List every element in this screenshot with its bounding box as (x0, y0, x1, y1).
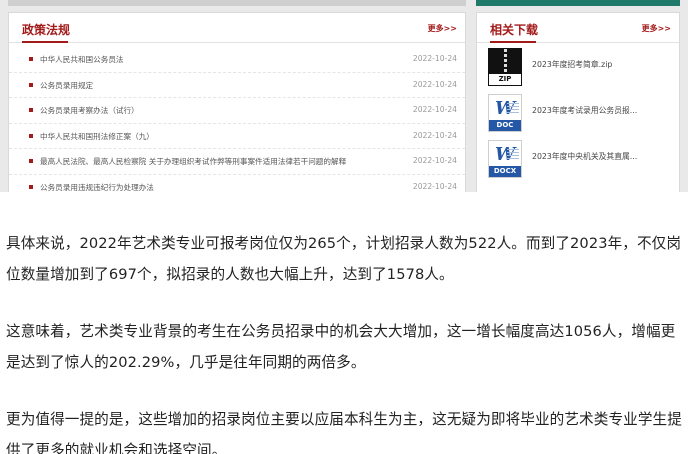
bullet-icon (29, 57, 33, 61)
policy-item-title[interactable]: 中华人民共和国刑法修正案（九） (40, 131, 406, 142)
word-docx-icon: W DOCX (488, 140, 522, 178)
top-strip (8, 0, 466, 6)
download-item[interactable]: ZIP 2023年度招考简章.zip (477, 43, 679, 89)
policy-list-item[interactable]: 公务员录用考察办法（试行） 2022-10-24 (9, 98, 465, 124)
download-item[interactable]: W DOC 2023年度考试录用公务员报... (477, 89, 679, 135)
bullet-icon (29, 82, 33, 87)
bullet-icon (29, 108, 33, 112)
policy-panel: 政策法规 更多>> 中华人民共和国公务员法 2022-10-24 公务员录用规定 2… (8, 12, 466, 192)
bullet-icon (29, 133, 33, 138)
policy-item-date: 2022-10-24 (412, 79, 457, 89)
policy-item-date: 2022-10-24 (412, 130, 457, 140)
policy-item-date: 2022-10-24 (412, 54, 457, 63)
bullet-icon (29, 184, 33, 189)
article-paragraph: 具体来说，2022年艺术类专业可报考岗位仅为265个，计划招录人数为522人。而… (6, 235, 682, 283)
policy-item-title[interactable]: 公务员录用规定 (40, 80, 406, 91)
policy-list-item[interactable]: 中华人民共和国刑法修正案（九） 2022-10-24 (9, 124, 465, 149)
policy-list-item[interactable]: 最高人民法院、最高人民检察院 关于办理组织考试作弊等刑事案件适用法律若干问题的解… (9, 149, 465, 175)
embedded-screenshot: 政策法规 更多>> 中华人民共和国公务员法 2022-10-24 公务员录用规定 2… (0, 0, 688, 192)
policy-item-date: 2022-10-24 (412, 105, 457, 114)
article-paragraph: 这意味着，艺术类专业背景的考生在公务员招录中的机会大大增加，这一增长幅度高达10… (6, 323, 676, 371)
file-ext-label: DOCX (489, 166, 521, 177)
policy-item-title[interactable]: 公务员录用违规违纪行为处理办法 (40, 182, 406, 193)
policy-item-date: 2022-10-24 (412, 156, 457, 165)
policy-panel-header: 政策法规 更多>> (9, 13, 465, 43)
policy-more-link[interactable]: 更多>> (428, 23, 457, 34)
doc-lines (507, 149, 519, 161)
article-paragraph: 更为值得一提的是，这些增加的招录岗位主要以应届本科生为主，这无疑为即将毕业的艺术… (6, 411, 682, 454)
downloads-panel-title: 相关下载 (490, 23, 539, 43)
download-item-name[interactable]: 2023年度招考简章.zip (532, 59, 672, 70)
policy-item-title[interactable]: 公务员录用考察办法（试行） (40, 105, 406, 116)
policy-list-item[interactable]: 中华人民共和国公务员法 2022-10-24 (9, 47, 465, 73)
download-item-name[interactable]: 2023年度考试录用公务员报... (532, 105, 672, 116)
download-item[interactable]: W DOCX 2023年度中央机关及其直属... (477, 135, 679, 181)
policy-item-date: 2022-10-24 (412, 181, 457, 191)
policy-list-item[interactable]: 公务员录用违规违纪行为处理办法 2022-10-24 (9, 175, 465, 193)
policy-item-title[interactable]: 最高人民法院、最高人民检察院 关于办理组织考试作弊等刑事案件适用法律若干问题的解… (40, 156, 406, 167)
download-item-name[interactable]: 2023年度中央机关及其直属... (532, 151, 672, 162)
top-strip-accent (476, 0, 680, 6)
word-doc-icon: W DOC (488, 94, 522, 132)
zip-file-icon: ZIP (488, 48, 522, 86)
downloads-panel: 相关下载 更多>> ZIP 2023年度招考简章.zip W DOC 2023年… (476, 12, 680, 192)
policy-item-title[interactable]: 中华人民共和国公务员法 (40, 54, 406, 65)
policy-list-item[interactable]: 公务员录用规定 2022-10-24 (9, 73, 465, 98)
file-ext-label: ZIP (489, 74, 521, 85)
policy-list: 中华人民共和国公务员法 2022-10-24 公务员录用规定 2022-10-24 … (9, 43, 465, 192)
downloads-more-link[interactable]: 更多>> (642, 23, 671, 34)
doc-lines (507, 103, 519, 115)
file-ext-label: DOC (489, 120, 521, 131)
policy-panel-title: 政策法规 (22, 23, 71, 43)
bullet-icon (29, 159, 33, 163)
zipper-mark (504, 49, 507, 73)
downloads-panel-header: 相关下载 更多>> (477, 13, 679, 43)
